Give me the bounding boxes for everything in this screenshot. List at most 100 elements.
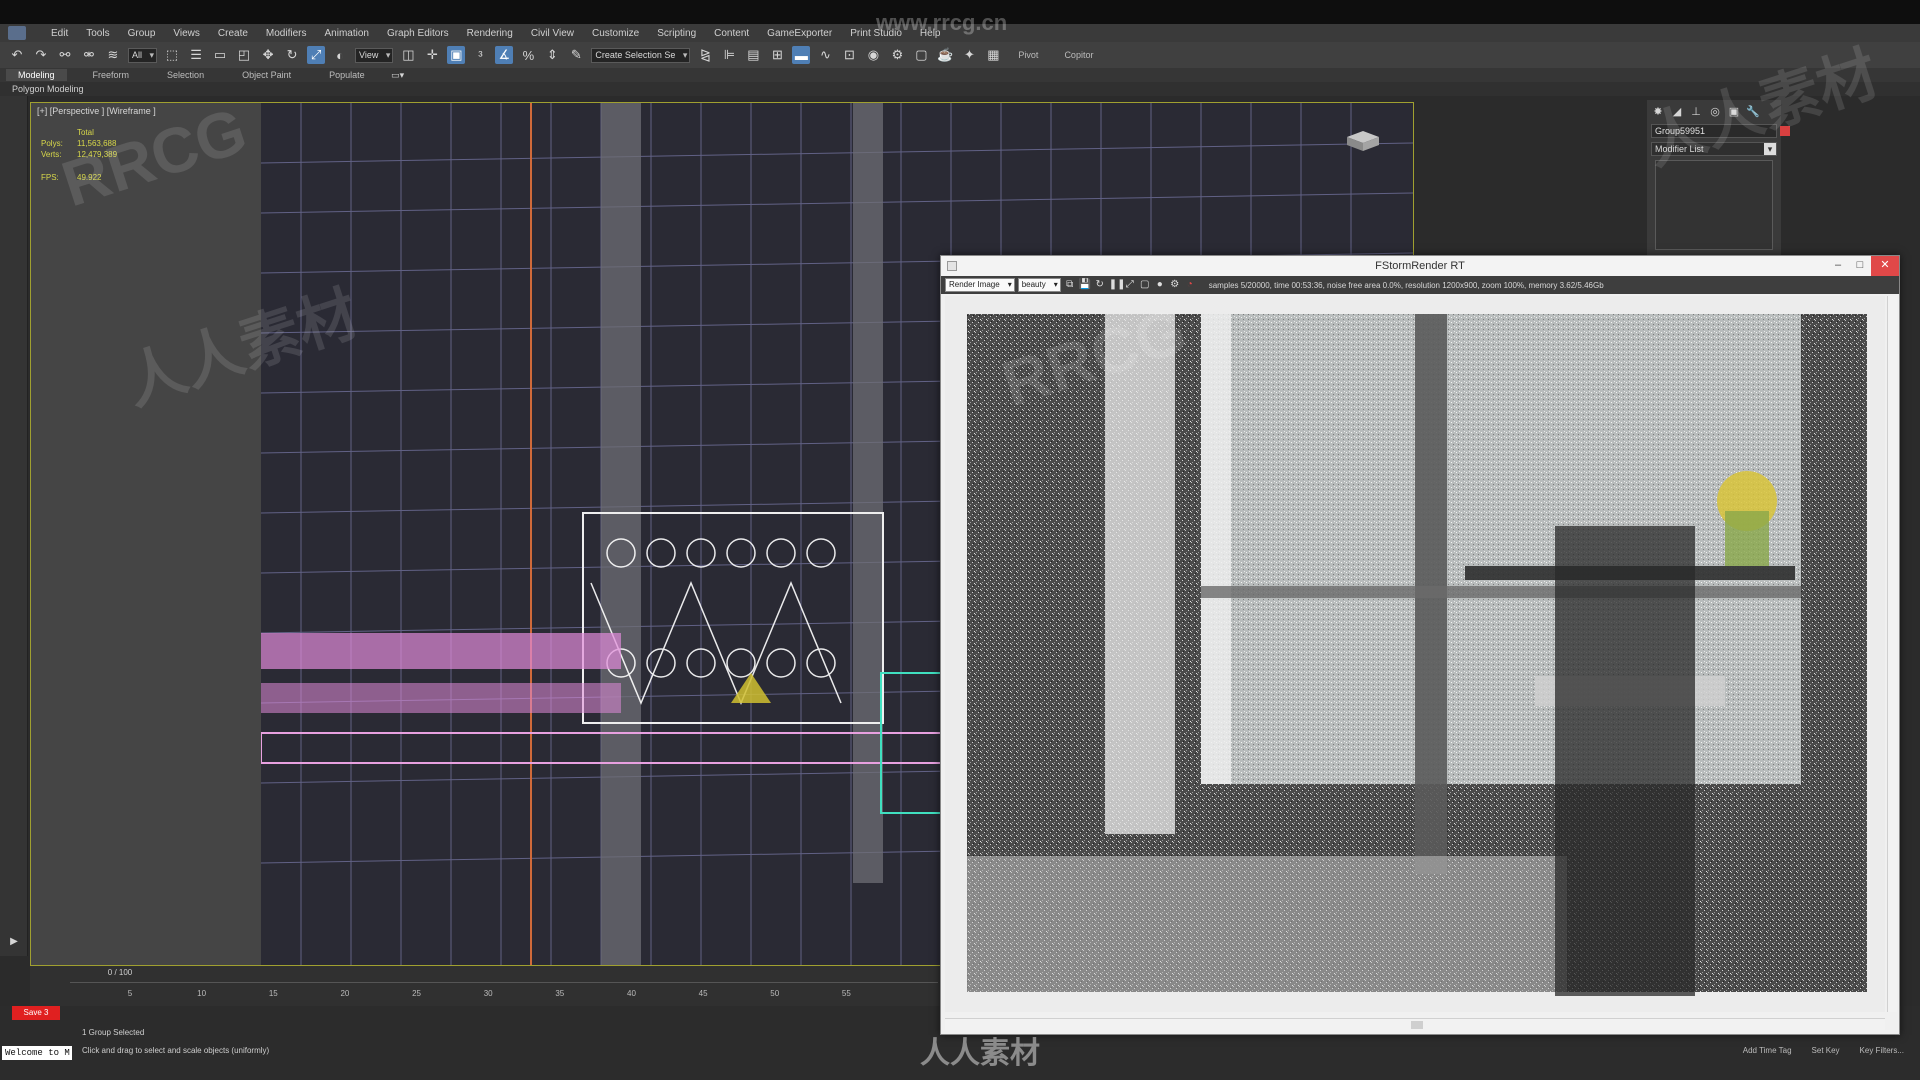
- scale-icon[interactable]: ⤢: [307, 46, 326, 64]
- edit-named-selection-icon[interactable]: ✎: [567, 46, 585, 64]
- selection-filter-dropdown[interactable]: All: [128, 47, 158, 63]
- material-editor-icon[interactable]: ◉: [864, 46, 882, 64]
- close-icon[interactable]: ✕: [1871, 256, 1899, 276]
- menu-edit[interactable]: Edit: [42, 28, 77, 39]
- mirror-icon[interactable]: ⧎: [696, 46, 714, 64]
- add-time-tag-button[interactable]: Add Time Tag: [1743, 1046, 1792, 1055]
- ref-coord-dropdown[interactable]: View: [355, 47, 394, 63]
- modifier-list-dropdown[interactable]: Modifier List: [1651, 142, 1777, 156]
- render-pass-dropdown[interactable]: beauty: [1017, 278, 1061, 292]
- save-image-icon[interactable]: 💾: [1079, 279, 1091, 291]
- menu-civil-view[interactable]: Civil View: [522, 28, 583, 39]
- menu-animation[interactable]: Animation: [315, 28, 377, 39]
- ribbon-panel-label[interactable]: Polygon Modeling: [0, 82, 1920, 96]
- tab-modeling[interactable]: Modeling: [6, 69, 67, 81]
- menu-help[interactable]: Help: [911, 28, 950, 39]
- copy-image-icon[interactable]: ⧉: [1064, 279, 1076, 291]
- pivot-center-icon[interactable]: ◫: [399, 46, 417, 64]
- object-name-field[interactable]: Group59951: [1651, 124, 1790, 138]
- copitor-label[interactable]: Copitor: [1054, 50, 1103, 60]
- menu-gameexporter[interactable]: GameExporter: [758, 28, 841, 39]
- refresh-icon[interactable]: ↻: [1094, 279, 1106, 291]
- render-window-titlebar[interactable]: FStormRender RT – □ ✕: [941, 256, 1899, 276]
- spinner-snap-icon[interactable]: ⇕: [543, 46, 561, 64]
- menu-create[interactable]: Create: [209, 28, 257, 39]
- window-crossing-icon[interactable]: ◰: [235, 46, 253, 64]
- menu-scripting[interactable]: Scripting: [648, 28, 705, 39]
- link-icon[interactable]: ⚯: [56, 46, 74, 64]
- layer-manager-icon[interactable]: ▤: [744, 46, 762, 64]
- modify-tab-icon[interactable]: ◢: [1669, 103, 1685, 119]
- motion-tab-icon[interactable]: ◎: [1707, 103, 1723, 119]
- angle-snap-icon[interactable]: ∡: [495, 46, 514, 64]
- schematic-view-icon[interactable]: ⊡: [840, 46, 858, 64]
- window-menu-icon[interactable]: [947, 261, 957, 271]
- rendered-frame-window-icon[interactable]: ▢: [912, 46, 930, 64]
- stop-icon[interactable]: ●: [1154, 279, 1166, 291]
- rect-selection-icon[interactable]: ▭: [211, 46, 229, 64]
- activeshade-icon[interactable]: ▦: [984, 46, 1002, 64]
- menu-print-studio[interactable]: Print Studio: [841, 28, 911, 39]
- unlink-icon[interactable]: ⚮: [80, 46, 98, 64]
- tab-populate[interactable]: Populate: [317, 69, 377, 81]
- viewcube-icon[interactable]: [1339, 127, 1387, 155]
- object-color-swatch[interactable]: [1780, 126, 1790, 136]
- tab-selection[interactable]: Selection: [155, 69, 216, 81]
- pause-icon[interactable]: ❚❚: [1109, 279, 1126, 291]
- app-logo-icon[interactable]: [8, 26, 26, 40]
- render-vertical-scrollbar[interactable]: [1887, 296, 1897, 1012]
- undo-icon[interactable]: ↶: [8, 46, 26, 64]
- snaps-toggle-icon[interactable]: ³: [471, 46, 489, 64]
- percent-snap-icon[interactable]: %: [519, 46, 537, 64]
- create-tab-icon[interactable]: ✸: [1650, 103, 1666, 119]
- time-slider[interactable]: 0 / 100: [70, 968, 170, 978]
- placement-icon[interactable]: ◐: [331, 46, 349, 64]
- render-horizontal-scrollbar[interactable]: [945, 1018, 1885, 1030]
- display-tab-icon[interactable]: ▣: [1726, 103, 1742, 119]
- curve-editor-icon[interactable]: ∿: [816, 46, 834, 64]
- menu-customize[interactable]: Customize: [583, 28, 648, 39]
- select-by-name-icon[interactable]: ☰: [187, 46, 205, 64]
- keyboard-shortcut-override-icon[interactable]: ▣: [447, 46, 466, 64]
- ribbon-options-icon[interactable]: ▭▾: [391, 69, 405, 81]
- scroll-thumb[interactable]: [1411, 1021, 1423, 1029]
- hierarchy-tab-icon[interactable]: ⊥: [1688, 103, 1704, 119]
- scene-explorer-icon[interactable]: ⊞: [768, 46, 786, 64]
- modifier-stack[interactable]: [1655, 160, 1773, 250]
- play-icon[interactable]: ▶: [5, 932, 23, 950]
- named-selection-dropdown[interactable]: Create Selection Se: [591, 47, 691, 63]
- render-mode-dropdown[interactable]: Render Image: [945, 278, 1015, 292]
- menu-group[interactable]: Group: [119, 28, 165, 39]
- region-icon[interactable]: ▢: [1139, 279, 1151, 291]
- minimize-icon[interactable]: –: [1827, 256, 1849, 276]
- move-icon[interactable]: ✥: [259, 46, 277, 64]
- render-production-icon[interactable]: ☕: [936, 46, 954, 64]
- ribbon-toggle-icon[interactable]: ▬: [792, 46, 811, 64]
- align-icon[interactable]: ⊫: [720, 46, 738, 64]
- menu-rendering[interactable]: Rendering: [458, 28, 522, 39]
- settings-icon[interactable]: ⚙: [1169, 279, 1181, 291]
- select-object-icon[interactable]: ⬚: [163, 46, 181, 64]
- key-filters-button[interactable]: Key Filters...: [1860, 1046, 1904, 1055]
- fit-icon[interactable]: ⤢: [1124, 279, 1136, 291]
- redo-icon[interactable]: ↷: [32, 46, 50, 64]
- tab-object-paint[interactable]: Object Paint: [230, 69, 303, 81]
- render-image[interactable]: [945, 296, 1885, 1012]
- render-setup-icon[interactable]: ⚙: [888, 46, 906, 64]
- menu-content[interactable]: Content: [705, 28, 758, 39]
- auto-key-button[interactable]: Save 3: [12, 1006, 60, 1020]
- render-iterative-icon[interactable]: ✦: [960, 46, 978, 64]
- rotate-icon[interactable]: ↻: [283, 46, 301, 64]
- select-manipulate-icon[interactable]: ✛: [423, 46, 441, 64]
- pivot-label[interactable]: Pivot: [1008, 50, 1048, 60]
- menu-graph-editors[interactable]: Graph Editors: [378, 28, 458, 39]
- bind-space-warp-icon[interactable]: ≋: [104, 46, 122, 64]
- menu-tools[interactable]: Tools: [77, 28, 118, 39]
- utilities-tab-icon[interactable]: 🔧: [1745, 103, 1761, 119]
- set-key-button[interactable]: Set Key: [1812, 1046, 1840, 1055]
- maximize-icon[interactable]: □: [1849, 256, 1871, 276]
- menu-views[interactable]: Views: [164, 28, 209, 39]
- maxscript-listener[interactable]: Welcome to M: [2, 1046, 72, 1060]
- viewport-label[interactable]: [+] [Perspective ] [Wireframe ]: [37, 106, 156, 116]
- tab-freeform[interactable]: Freeform: [81, 69, 142, 81]
